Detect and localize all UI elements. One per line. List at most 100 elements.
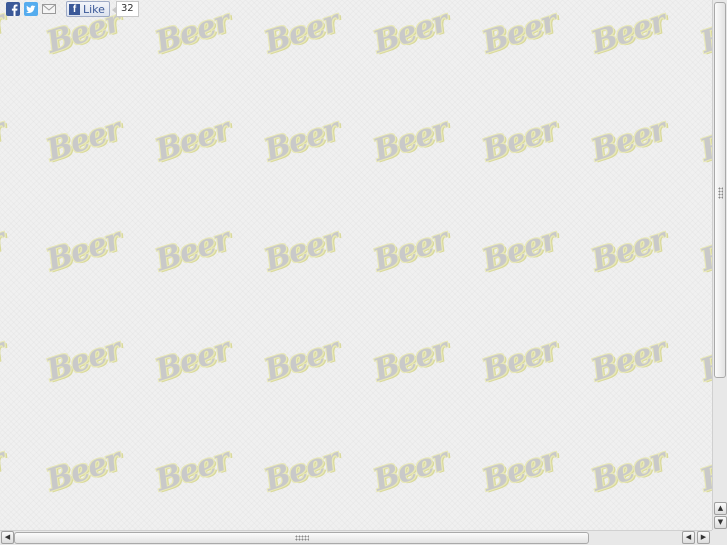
beer-logo-text: Beer [260,441,343,499]
beer-logo-tile: Beer [369,109,457,172]
scroll-up-button[interactable]: ▲ [714,502,727,515]
beer-logo-text: Beer [587,221,670,279]
beer-logo-text: Beer [369,3,452,61]
beer-logo-text: Beer [151,221,234,279]
beer-logo-tile: Beer [369,329,457,392]
beer-logo-text: Beer [260,3,343,61]
beer-logo-tile: Beer [42,219,130,282]
facebook-like-widget: f Like 32 [66,1,139,17]
beer-logo-tile: Beer [587,109,675,172]
facebook-f-icon: f [69,3,80,15]
beer-logo-text: Beer [478,3,561,61]
beer-logo-text: Beer [42,331,125,389]
beer-logo-text: Beer [696,221,712,279]
arrow-down-icon: ▼ [717,518,724,526]
horizontal-scrollbar[interactable]: ◀ ◀ ▶ [0,530,712,545]
beer-logo-tile: Beer [696,219,712,282]
beer-logo-text: Beer [587,3,670,61]
beer-logo-text: Beer [696,441,712,499]
beer-logo-tile: Beer [478,219,566,282]
beer-logo-text: Beer [369,331,452,389]
grip-icon [295,535,309,541]
beer-logo-tile: Beer [0,329,14,392]
beer-logo-tile: Beer [0,219,14,282]
beer-logo-text: Beer [0,441,9,499]
beer-logo-text: Beer [151,331,234,389]
beer-logo-tile: Beer [260,109,348,172]
social-share-bar: f Like 32 [6,0,139,18]
beer-logo-text: Beer [0,331,9,389]
scroll-right-button[interactable]: ▶ [697,531,710,544]
vertical-scrollbar[interactable]: ▲ ▼ [712,0,727,530]
vertical-scroll-thumb[interactable] [714,2,726,378]
beer-logo-tile: Beer [151,109,239,172]
beer-logo-tile: Beer [42,439,130,502]
scroll-down-button[interactable]: ▼ [714,516,727,529]
horizontal-scroll-thumb[interactable] [14,532,589,544]
beer-logo-tile: Beer [369,1,457,64]
facebook-icon[interactable] [6,2,20,16]
beer-logo-text: Beer [260,111,343,169]
beer-logo-tile: Beer [478,109,566,172]
beer-logo-text: Beer [369,441,452,499]
beer-logo-tile: Beer [696,109,712,172]
grip-icon [718,187,723,199]
beer-logo-text: Beer [0,221,9,279]
arrow-right-icon: ▶ [700,533,707,541]
beer-logo-tile: Beer [151,329,239,392]
beer-logo-text: Beer [42,221,125,279]
page-content: Beer Beer Beer Beer Beer Beer Beer Beer Beer Beer… [0,0,712,530]
beer-logo-text: Beer [151,111,234,169]
arrow-up-icon: ▲ [717,504,724,512]
beer-logo-text: Beer [478,111,561,169]
beer-logo-text: Beer [696,3,712,61]
beer-logo-tile: Beer [587,329,675,392]
beer-logo-tile: Beer [0,439,14,502]
beer-logo-tile: Beer [478,1,566,64]
beer-logo-tile: Beer [369,219,457,282]
beer-logo-tile: Beer [0,109,14,172]
beer-logo-text: Beer [478,221,561,279]
beer-logo-text: Beer [587,111,670,169]
beer-logo-text: Beer [587,441,670,499]
twitter-icon[interactable] [24,2,38,16]
beer-logo-tile: Beer [260,1,348,64]
beer-logo-tile: Beer [478,439,566,502]
beer-logo-tile: Beer [151,1,239,64]
like-label: Like [83,2,105,16]
beer-logo-tile: Beer [478,329,566,392]
beer-logo-text: Beer [151,3,234,61]
beer-logo-text: Beer [369,111,452,169]
scrollbar-corner [712,530,727,545]
beer-logo-text: Beer [42,441,125,499]
beer-logo-tile: Beer [587,439,675,502]
beer-logo-text: Beer [587,331,670,389]
scroll-left-button-secondary[interactable]: ◀ [682,531,695,544]
beer-logo-text: Beer [478,331,561,389]
beer-logo-tile: Beer [696,329,712,392]
arrow-left-icon: ◀ [4,533,11,541]
beer-logo-tile: Beer [587,219,675,282]
beer-logo-tile: Beer [151,439,239,502]
beer-logo-text: Beer [260,331,343,389]
beer-logo-text: Beer [369,221,452,279]
email-icon[interactable] [42,2,56,16]
arrow-left-icon: ◀ [685,533,692,541]
beer-logo-text: Beer [42,111,125,169]
beer-logo-tile: Beer [369,439,457,502]
beer-logo-text: Beer [696,331,712,389]
like-count-badge: 32 [111,1,139,17]
facebook-like-button[interactable]: f Like [66,1,110,17]
beer-logo-tile: Beer [696,439,712,502]
beer-logo-tile: Beer [696,1,712,64]
beer-logo-tile: Beer [151,219,239,282]
beer-logo-text: Beer [696,111,712,169]
beer-logo-text: Beer [478,441,561,499]
beer-logo-tile: Beer [260,439,348,502]
beer-logo-tile: Beer [260,329,348,392]
beer-logo-tile: Beer [587,1,675,64]
scroll-left-button[interactable]: ◀ [1,531,14,544]
beer-logo-text: Beer [0,111,9,169]
beer-logo-tile: Beer [42,109,130,172]
beer-logo-tile: Beer [260,219,348,282]
